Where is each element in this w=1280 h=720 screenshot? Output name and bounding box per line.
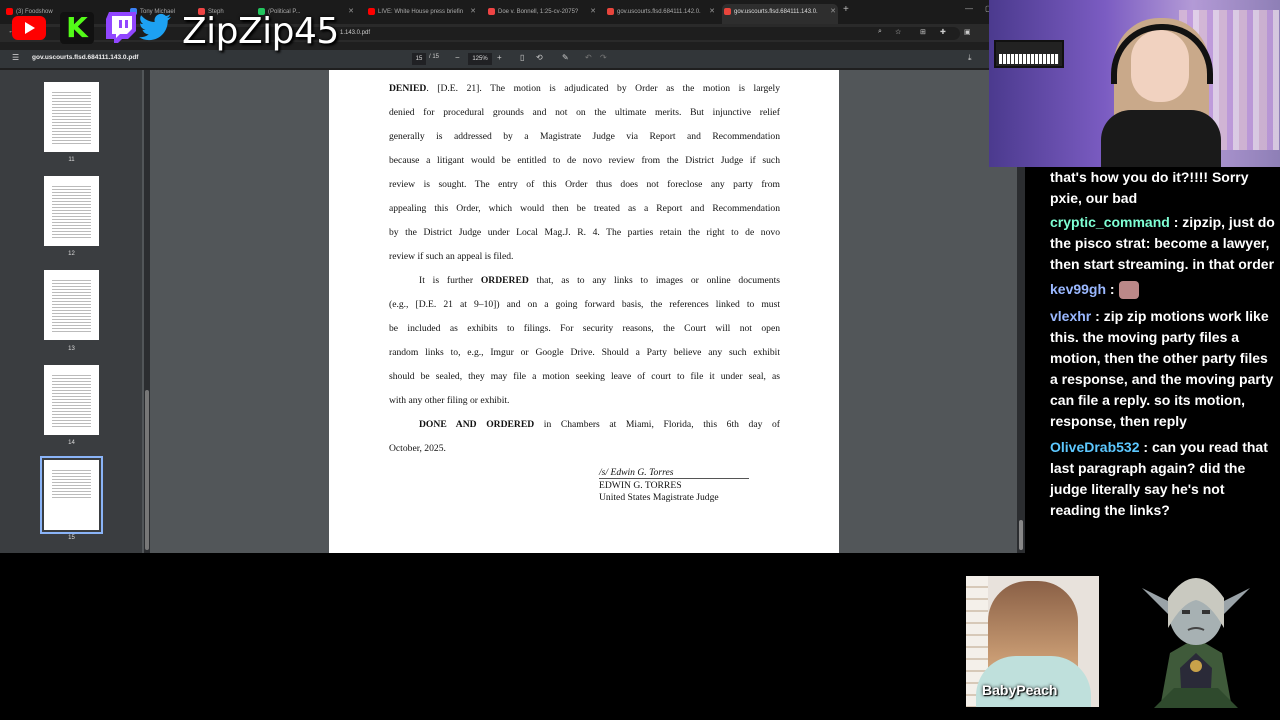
rotate-icon[interactable]: ⟲ — [536, 53, 543, 62]
twitch-icon — [106, 12, 136, 43]
thumbnail-scrollbar[interactable] — [144, 70, 150, 553]
doc-line: review if such an appeal is filed. — [389, 251, 514, 262]
pdf-toolbar: ☰ gov.uscourts.flsd.684111.143.0.pdf 15 … — [0, 50, 1025, 68]
minimize-icon[interactable]: — — [965, 4, 973, 13]
keyboard-instrument — [994, 40, 1064, 68]
pdf-favicon-icon — [607, 8, 614, 15]
thumbnail-page[interactable] — [44, 270, 99, 340]
chat-message: kev99gh : — [1050, 279, 1278, 300]
annotate-icon[interactable]: ✎ — [562, 53, 569, 62]
close-icon[interactable]: ✕ — [830, 4, 836, 20]
undo-icon[interactable]: ↶ — [585, 53, 592, 62]
sidepanel-icon[interactable]: ▣ — [964, 28, 971, 36]
doc-line: with any other filing or exhibit. — [389, 395, 510, 406]
tab-6[interactable]: gov.uscourts.flsd.684111.142.0. ✕ — [605, 4, 717, 20]
cat-emote-icon — [1118, 281, 1139, 300]
zoom-icon[interactable]: ⌕ — [878, 28, 882, 36]
tab-5[interactable]: Doe v. Bonnell, 1:25-cv-2075? ✕ — [486, 4, 598, 20]
chat-username[interactable]: OliveDrab532 — [1050, 439, 1140, 455]
twitter-bird-icon — [138, 13, 171, 41]
pdf-page: DENIED. [D.E. 21]. The motion is adjudic… — [329, 70, 839, 553]
thumbnail-number: 11 — [68, 157, 75, 163]
doc-line: be included as exhibits to filings. For … — [389, 323, 780, 334]
thumbnail-sidebar: 11 12 13 14 15 — [0, 70, 142, 553]
zoom-out-icon[interactable]: − — [455, 53, 460, 62]
thumbnail-number: 15 — [68, 535, 75, 541]
close-icon[interactable]: ✕ — [348, 4, 354, 20]
url-field[interactable]: 1.143.0.pdf — [40, 27, 960, 40]
signature-line — [599, 478, 749, 479]
doc-line: generally is addressed by a Magistrate J… — [389, 131, 780, 142]
chat-username[interactable]: kev99gh — [1050, 281, 1106, 297]
puzzle-icon[interactable]: ✚ — [940, 28, 946, 36]
chat-message: cryptic_command : zipzip, just do the pi… — [1050, 214, 1275, 272]
doc-line: random links to, e.g., Imgur or Google D… — [389, 347, 780, 358]
thumbnail-number: 14 — [68, 440, 75, 446]
bookmark-star-icon[interactable]: ☆ — [895, 28, 901, 36]
thumbnail-page[interactable] — [44, 176, 99, 246]
thumbnail-page-selected[interactable] — [40, 456, 103, 534]
doc-line: (e.g., [D.E. 21 at 9–10]) and on a going… — [389, 299, 780, 310]
fit-page-icon[interactable]: ▯ — [520, 53, 524, 62]
doc-line: It is further ORDERED that, as to any li… — [419, 275, 781, 286]
zoom-in-icon[interactable]: + — [497, 53, 502, 62]
youtube-favicon-icon — [6, 8, 13, 15]
page-number-input[interactable]: 15 — [412, 53, 426, 65]
tab-favicon-icon — [488, 8, 495, 15]
guest-name-label: BabyPeach — [982, 682, 1058, 698]
elf-avatar-icon — [1142, 578, 1250, 708]
chat-message: that's how you do it?!!!! Sorry pxie, ou… — [1050, 169, 1249, 206]
page-total: / 15 — [429, 54, 440, 60]
thumbnail-page[interactable] — [44, 82, 99, 152]
doc-line: DONE AND ORDERED in Chambers at Miami, F… — [419, 419, 780, 430]
zoom-input[interactable]: 125% — [468, 53, 492, 65]
chat-panel: that's how you do it?!!!! Sorry pxie, ou… — [1025, 167, 1280, 554]
guest-cam: BabyPeach — [966, 576, 1099, 707]
browser-window: (3) Foodshow Tony Michael Steph (Politic… — [0, 0, 1025, 553]
doc-line: DENIED. [D.E. 21]. The motion is adjudic… — [389, 83, 780, 94]
doc-line: should be sealed, they may file a motion… — [389, 371, 780, 382]
doc-line: October, 2025. — [389, 443, 446, 454]
thumbnail-page[interactable] — [44, 365, 99, 435]
thumbnail-number: 12 — [68, 251, 75, 257]
tab-4[interactable]: LIVE: White House press briefin ✕ — [366, 4, 478, 20]
chat-username[interactable]: vlexhr — [1050, 308, 1091, 324]
close-icon[interactable]: ✕ — [590, 4, 596, 20]
new-tab-icon[interactable]: + — [843, 4, 849, 15]
thumbnail-number: 13 — [68, 346, 75, 352]
chat-message: vlexhr : zip zip motions work like this.… — [1050, 308, 1274, 429]
download-icon[interactable]: ⤓ — [968, 53, 972, 63]
doc-line: denied for procedural grounds and not on… — [389, 107, 780, 118]
kick-icon: K — [60, 12, 94, 44]
doc-line: by the District Judge under Local Mag.J.… — [389, 227, 780, 238]
streamer-handle: ZipZip45 — [182, 11, 339, 52]
doc-line: review is sought. The entry of this Orde… — [389, 179, 780, 190]
close-icon[interactable]: ✕ — [470, 4, 476, 20]
youtube-favicon-icon — [368, 8, 375, 15]
pdf-viewer: 11 12 13 14 15 DENIED. [D.E. 21]. The mo… — [0, 70, 1025, 553]
menu-icon[interactable]: ☰ — [12, 53, 19, 62]
close-icon[interactable]: ✕ — [709, 4, 715, 20]
youtube-icon — [12, 16, 46, 40]
signer-name: EDWIN G. TORRES — [599, 480, 682, 491]
tab-7-active[interactable]: gov.uscourts.flsd.684111.143.0. ✕ — [722, 4, 838, 24]
doc-line: appealing this Order, which would then b… — [389, 203, 780, 214]
redo-icon[interactable]: ↷ — [600, 53, 607, 62]
chat-username[interactable]: cryptic_command — [1050, 214, 1170, 230]
extension-icon[interactable]: ⊞ — [920, 28, 926, 36]
pdf-title: gov.uscourts.flsd.684111.143.0.pdf — [32, 54, 139, 61]
pdf-favicon-icon — [724, 8, 731, 15]
doc-line: because a litigant would be entitled to … — [389, 155, 780, 166]
streamer-webcam — [989, 0, 1280, 167]
stream-screen: (3) Foodshow Tony Michael Steph (Politic… — [0, 0, 1280, 720]
signer-title: United States Magistrate Judge — [599, 492, 719, 503]
chat-message: OliveDrab532 : can you read that last pa… — [1050, 439, 1268, 518]
